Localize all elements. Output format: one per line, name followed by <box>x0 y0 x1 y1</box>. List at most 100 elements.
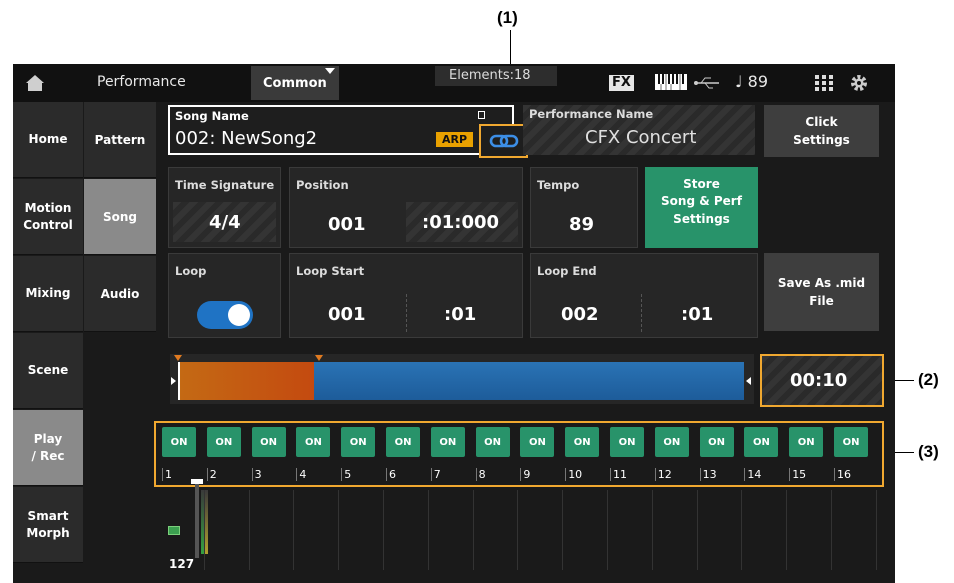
level-meter <box>183 479 215 568</box>
mixer-column <box>519 490 564 570</box>
track-number-12: 12 <box>654 468 672 481</box>
track-number-1: 1 <box>162 468 172 481</box>
mixer-column <box>609 490 653 570</box>
page-title: Performance <box>97 74 186 90</box>
subtab-pattern[interactable]: Pattern <box>84 102 156 178</box>
loop-start-beat[interactable]: :01 <box>444 304 476 325</box>
playhead-icon <box>178 362 180 400</box>
usb-icon <box>693 75 721 89</box>
song-name-label: Song Name <box>175 109 249 123</box>
track-number-9: 9 <box>520 468 530 481</box>
track-number-4: 4 <box>296 468 306 481</box>
end-arrow-icon <box>746 377 751 385</box>
grid-icon[interactable] <box>815 75 833 91</box>
mixer-column <box>654 490 698 570</box>
time-signature-value: 4/4 <box>209 212 241 233</box>
store-song-perf-button[interactable]: Store Song & Perf Settings <box>645 167 758 248</box>
subtab-song[interactable]: Song <box>84 179 156 255</box>
loop-end-measure[interactable]: 002 <box>561 304 599 325</box>
mixer-column <box>743 490 788 570</box>
subtab-empty <box>84 333 156 563</box>
callout-2: (2) <box>918 370 939 389</box>
gear-icon[interactable] <box>849 73 869 93</box>
track-number-15: 15 <box>789 468 806 481</box>
nav-home[interactable]: Home <box>13 102 83 178</box>
position-beat-tick: :01:000 <box>422 212 500 233</box>
click-settings-button[interactable]: Click Settings <box>764 105 879 157</box>
track-4-on-button[interactable]: ON <box>296 427 331 457</box>
loop-label: Loop <box>175 264 207 278</box>
track-10-on-button[interactable]: ON <box>565 427 600 457</box>
track-number-16: 16 <box>834 468 851 481</box>
top-bar: Performance Common Elements:18 FX ♩ 89 <box>13 64 895 102</box>
loop-panel: Loop <box>168 253 281 338</box>
track-number-2: 2 <box>206 468 217 481</box>
mixer-column <box>430 490 474 570</box>
track-3-on-button[interactable]: ON <box>251 427 286 457</box>
loop-end-divider <box>641 294 642 332</box>
fader-knob[interactable] <box>191 479 203 484</box>
start-arrow-icon <box>171 377 176 385</box>
loop-toggle[interactable] <box>197 301 253 329</box>
mode-select-label: Common <box>263 76 327 91</box>
dropdown-triangle-icon <box>325 68 335 74</box>
track-2-on-button[interactable]: ON <box>206 427 241 457</box>
track-11-on-button[interactable]: ON <box>610 427 644 457</box>
text-cursor-icon <box>478 111 485 119</box>
track-number-7: 7 <box>430 468 441 481</box>
mixer-column <box>788 490 832 570</box>
nav-mixing[interactable]: Mixing <box>13 256 83 332</box>
track-number-13: 13 <box>699 468 717 481</box>
save-as-midi-button[interactable]: Save As .mid File <box>764 253 879 331</box>
callout-3: (3) <box>918 442 939 461</box>
track-6-on-button[interactable]: ON <box>386 427 420 457</box>
tempo-indicator: ♩ 89 <box>735 72 768 91</box>
time-signature-value-box[interactable]: 4/4 <box>173 202 276 242</box>
track-15-on-button[interactable]: ON <box>789 427 824 457</box>
nav-scene[interactable]: Scene <box>13 333 83 409</box>
position-panel: Position 001 :01:000 <box>289 167 523 248</box>
track-5-on-button[interactable]: ON <box>341 427 376 457</box>
track-16-on-button[interactable]: ON <box>834 427 868 457</box>
track-7-on-button[interactable]: ON <box>430 427 465 457</box>
tempo-value[interactable]: 89 <box>569 214 594 235</box>
track-13-on-button[interactable]: ON <box>699 427 734 457</box>
song-link-button[interactable] <box>479 124 528 158</box>
position-measure[interactable]: 001 <box>328 214 366 235</box>
track-1-on-button[interactable]: ON <box>162 427 196 457</box>
track-14-on-button[interactable]: ON <box>744 427 779 457</box>
track-number-10: 10 <box>565 468 582 481</box>
nav-smart-morph[interactable]: Smart Morph <box>13 487 83 563</box>
loop-end-beat[interactable]: :01 <box>681 304 713 325</box>
loop-start-measure[interactable]: 001 <box>328 304 366 325</box>
time-signature-panel: Time Signature 4/4 <box>168 167 281 248</box>
mixer-column <box>699 490 743 570</box>
mixer-column <box>340 490 384 570</box>
performance-name-field: Performance Name CFX Concert <box>523 105 755 155</box>
subtab-audio[interactable]: Audio <box>84 256 156 332</box>
home-icon[interactable] <box>25 74 45 92</box>
arp-badge: ARP <box>436 132 474 147</box>
loop-start-panel: Loop Start 001 :01 <box>289 253 523 338</box>
mode-select[interactable]: Common <box>251 66 339 100</box>
track-9-on-button[interactable]: ON <box>520 427 555 457</box>
mixer-column <box>833 490 877 570</box>
position-beat-box[interactable]: :01:000 <box>406 202 518 242</box>
performance-name-value: CFX Concert <box>585 127 697 148</box>
fader-track <box>195 484 199 558</box>
track-8-on-button[interactable]: ON <box>475 427 510 457</box>
keyboard-icon <box>655 74 687 90</box>
track-number-11: 11 <box>610 468 627 481</box>
timeline-bar[interactable] <box>170 354 754 404</box>
song-name-field[interactable]: Song Name 002: NewSong2 ARP <box>168 105 514 155</box>
position-label: Position <box>296 178 349 192</box>
time-signature-label: Time Signature <box>175 178 275 192</box>
tempo-panel: Tempo 89 <box>530 167 638 248</box>
nav-play-rec[interactable]: Play / Rec <box>13 410 83 486</box>
track-number-3: 3 <box>251 468 262 481</box>
elapsed-time-display: 00:10 <box>760 354 884 407</box>
nav-motion-control[interactable]: Motion Control <box>13 179 83 255</box>
track-number-5: 5 <box>341 468 351 481</box>
tempo-label: Tempo <box>537 178 580 192</box>
track-12-on-button[interactable]: ON <box>654 427 689 457</box>
